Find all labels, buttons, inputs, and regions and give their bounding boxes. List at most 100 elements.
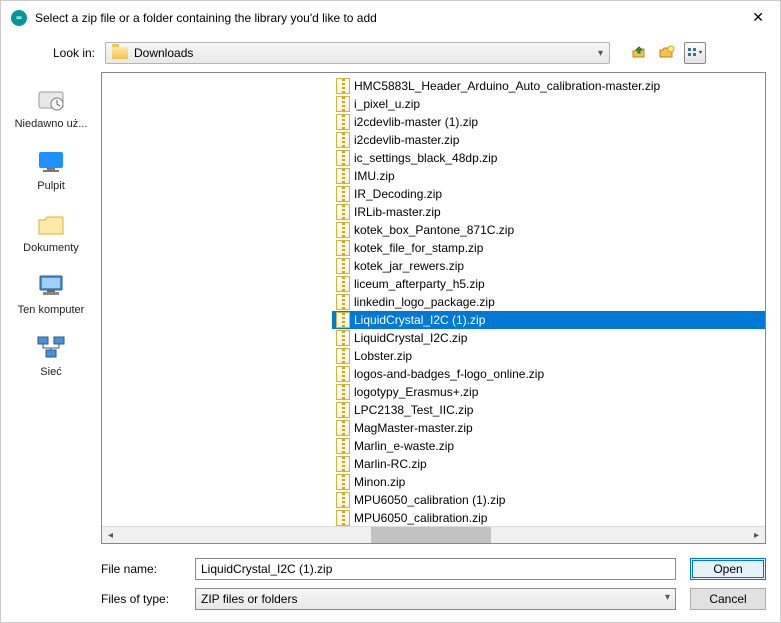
file-name: MPU6050_calibration.zip [354, 510, 487, 526]
file-name: HMC5883L_Header_Arduino_Auto_calibration… [354, 78, 660, 94]
place-recent[interactable]: Niedawno uż... [11, 86, 91, 130]
file-name: logos-and-badges_f-logo_online.zip [354, 366, 544, 382]
file-name: linkedin_logo_package.zip [354, 294, 495, 310]
file-row[interactable]: LPC2138_Test_IIC.zip [332, 401, 765, 419]
file-row[interactable]: IMU.zip [332, 167, 765, 185]
view-menu-button[interactable] [684, 42, 706, 64]
zip-file-icon [336, 510, 350, 526]
place-desktop[interactable]: Pulpit [11, 148, 91, 192]
file-row[interactable]: logos-and-badges_f-logo_online.zip [332, 365, 765, 383]
network-icon [35, 334, 67, 362]
file-row[interactable]: kotek_file_for_stamp.zip [332, 239, 765, 257]
file-row[interactable]: LiquidCrystal_I2C (1).zip [332, 311, 765, 329]
zip-file-icon [336, 402, 350, 418]
filetype-label: Files of type: [101, 592, 181, 606]
zip-file-icon [336, 168, 350, 184]
main-area: Niedawno uż... Pulpit Dokumenty Ten komp… [1, 72, 780, 552]
file-name: LiquidCrystal_I2C.zip [354, 330, 467, 346]
file-row[interactable]: MPU6050_calibration (1).zip [332, 491, 765, 509]
folder-up-button[interactable] [628, 42, 650, 64]
file-row[interactable]: Minon.zip [332, 473, 765, 491]
zip-file-icon [336, 96, 350, 112]
file-row[interactable]: ic_settings_black_48dp.zip [332, 149, 765, 167]
file-name: i2cdevlib-master.zip [354, 132, 459, 148]
lookin-value: Downloads [134, 46, 193, 60]
file-name: kotek_jar_rewers.zip [354, 258, 464, 274]
open-button[interactable]: Open [690, 558, 766, 580]
filename-row: File name: Open [101, 558, 766, 580]
file-row[interactable]: i_pixel_u.zip [332, 95, 765, 113]
file-row[interactable]: MPU6050_calibration.zip [332, 509, 765, 526]
documents-icon [35, 210, 67, 238]
file-row[interactable]: kotek_box_Pantone_871C.zip [332, 221, 765, 239]
zip-file-icon [336, 456, 350, 472]
file-name: Marlin-RC.zip [354, 456, 427, 472]
cancel-button[interactable]: Cancel [690, 588, 766, 610]
file-name: kotek_file_for_stamp.zip [354, 240, 483, 256]
file-row[interactable]: liceum_afterparty_h5.zip [332, 275, 765, 293]
lookin-row: Look in: Downloads ▾ [1, 34, 780, 72]
file-name: i2cdevlib-master (1).zip [354, 114, 478, 130]
scroll-right-button[interactable]: ▸ [748, 527, 765, 544]
places-sidebar: Niedawno uż... Pulpit Dokumenty Ten komp… [1, 72, 101, 544]
zip-file-icon [336, 384, 350, 400]
file-row[interactable]: i2cdevlib-master (1).zip [332, 113, 765, 131]
filename-input[interactable] [195, 558, 676, 580]
filetype-row: Files of type: ZIP files or folders ▾ Ca… [101, 588, 766, 610]
lookin-combo[interactable]: Downloads ▾ [105, 42, 610, 64]
filetype-value: ZIP files or folders [201, 592, 297, 606]
file-row[interactable]: i2cdevlib-master.zip [332, 131, 765, 149]
filetype-combo[interactable]: ZIP files or folders ▾ [195, 588, 676, 610]
view-menu-icon [686, 46, 704, 60]
folder-up-icon [630, 44, 648, 62]
file-row[interactable]: Marlin_e-waste.zip [332, 437, 765, 455]
file-pane: HMC5883L_Header_Arduino_Auto_calibration… [101, 72, 766, 544]
file-name: MPU6050_calibration (1).zip [354, 492, 505, 508]
file-name: Minon.zip [354, 474, 405, 490]
zip-file-icon [336, 258, 350, 274]
scroll-track[interactable] [119, 527, 748, 543]
file-row[interactable]: linkedin_logo_package.zip [332, 293, 765, 311]
close-button[interactable]: ✕ [746, 7, 770, 28]
file-row[interactable]: logotypy_Erasmus+.zip [332, 383, 765, 401]
file-row[interactable]: kotek_jar_rewers.zip [332, 257, 765, 275]
place-label: Niedawno uż... [15, 118, 88, 130]
zip-file-icon [336, 438, 350, 454]
zip-file-icon [336, 276, 350, 292]
zip-file-icon [336, 492, 350, 508]
file-name: IRLib-master.zip [354, 204, 441, 220]
file-list[interactable]: HMC5883L_Header_Arduino_Auto_calibration… [102, 73, 765, 526]
place-label: Ten komputer [18, 304, 85, 316]
file-row[interactable]: IR_Decoding.zip [332, 185, 765, 203]
file-name: ic_settings_black_48dp.zip [354, 150, 497, 166]
file-row[interactable]: LiquidCrystal_I2C.zip [332, 329, 765, 347]
zip-file-icon [336, 204, 350, 220]
file-row[interactable]: Lobster.zip [332, 347, 765, 365]
file-name: Marlin_e-waste.zip [354, 438, 454, 454]
place-network[interactable]: Sieć [11, 334, 91, 378]
chevron-down-icon: ▾ [665, 592, 670, 606]
file-row[interactable]: IRLib-master.zip [332, 203, 765, 221]
scroll-thumb[interactable] [371, 527, 491, 543]
file-row[interactable]: HMC5883L_Header_Arduino_Auto_calibration… [332, 77, 765, 95]
filename-label: File name: [101, 562, 181, 576]
scroll-left-button[interactable]: ◂ [102, 527, 119, 544]
file-name: logotypy_Erasmus+.zip [354, 384, 478, 400]
place-documents[interactable]: Dokumenty [11, 210, 91, 254]
lookin-label: Look in: [15, 46, 95, 60]
horizontal-scrollbar[interactable]: ◂ ▸ [102, 526, 765, 543]
zip-file-icon [336, 294, 350, 310]
file-row[interactable]: Marlin-RC.zip [332, 455, 765, 473]
zip-file-icon [336, 150, 350, 166]
titlebar: ∞ Select a zip file or a folder containi… [1, 1, 780, 34]
new-folder-button[interactable] [656, 42, 678, 64]
zip-file-icon [336, 330, 350, 346]
bottom-panel: File name: Open Files of type: ZIP files… [1, 552, 780, 622]
file-row[interactable]: MagMaster-master.zip [332, 419, 765, 437]
new-folder-icon [658, 44, 676, 62]
folder-icon [112, 47, 128, 59]
file-name: kotek_box_Pantone_871C.zip [354, 222, 514, 238]
place-thispc[interactable]: Ten komputer [11, 272, 91, 316]
desktop-icon [35, 148, 67, 176]
file-name: IR_Decoding.zip [354, 186, 442, 202]
